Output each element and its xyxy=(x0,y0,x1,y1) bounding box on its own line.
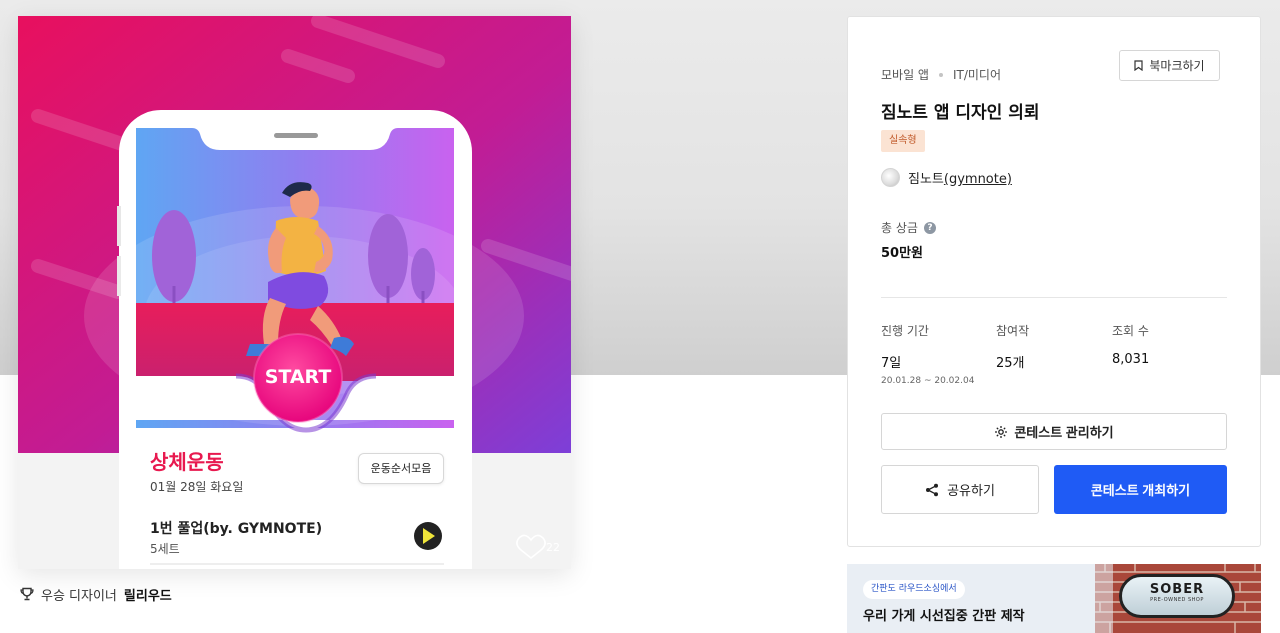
tier-badge: 실속형 xyxy=(881,130,925,152)
help-icon[interactable]: ? xyxy=(923,221,936,234)
host-handle[interactable]: (gymnote) xyxy=(944,172,1012,187)
subcategory-link[interactable]: IT/미디어 xyxy=(953,66,1001,83)
category-breadcrumb: 모바일 앱 IT/미디어 xyxy=(881,66,1001,83)
contest-title: 짐노트 앱 디자인 의뢰 xyxy=(881,103,1040,123)
manage-contest-label: 콘테스트 관리하기 xyxy=(1014,425,1114,440)
contest-artwork[interactable]: START 상체운동 01월 28일 화요일 운동순서모음 1번 풀업(by. … xyxy=(18,16,571,569)
exercise-sets: 5세트 xyxy=(150,542,180,556)
divider xyxy=(881,297,1227,298)
prize-label-row: 총 상금 ? xyxy=(881,219,936,236)
host-profile[interactable]: 짐노트(gymnote) xyxy=(881,168,1012,187)
share-button[interactable]: 공유하기 xyxy=(881,465,1039,514)
bookmark-button[interactable]: 북마크하기 xyxy=(1119,50,1220,81)
host-contest-button[interactable]: 콘테스트 개최하기 xyxy=(1054,465,1227,514)
contest-info-card: 모바일 앱 IT/미디어 북마크하기 짐노트 앱 디자인 의뢰 실속형 짐노트(… xyxy=(847,16,1261,547)
workout-title: 상체운동 xyxy=(150,450,224,474)
avatar xyxy=(881,168,900,187)
period-label: 진행 기간 xyxy=(881,324,929,338)
gear-icon xyxy=(995,425,1008,438)
stat-period: 진행 기간 7일 20.01.28 ~ 20.02.04 xyxy=(881,322,974,386)
views-value: 8,031 xyxy=(1112,352,1150,367)
prize-label: 총 상금 xyxy=(881,221,918,235)
exercise-order-button: 운동순서모음 xyxy=(358,453,444,484)
stat-views: 조회 수 8,031 xyxy=(1112,322,1149,367)
exercise-name: 1번 풀업(by. GYMNOTE) xyxy=(150,521,323,537)
period-value: 7일 xyxy=(881,356,902,371)
signboard-ad-banner[interactable]: 간판도 라우드소싱에서 우리 가게 시선집중 간판 제작 SOBER PRE-O… xyxy=(847,564,1261,633)
participants-value: 25개 xyxy=(996,356,1025,371)
winner-name[interactable]: 릴리우드 xyxy=(124,585,172,604)
host-name-text: 짐노트 xyxy=(908,172,944,187)
like-count: 22 xyxy=(546,541,560,554)
workout-date: 01월 28일 화요일 xyxy=(150,480,244,494)
bookmark-label: 북마크하기 xyxy=(1149,59,1205,73)
ad-pill: 간판도 라우드소싱에서 xyxy=(863,580,965,599)
stat-participants: 참여작 25개 xyxy=(996,322,1029,371)
winner-label: 우승 디자이너 xyxy=(41,588,117,604)
sober-sign-image: SOBER PRE-OWNED SHOP xyxy=(1119,574,1235,618)
sign-brand: SOBER xyxy=(1149,582,1205,597)
participants-label: 참여작 xyxy=(996,324,1030,338)
views-label: 조회 수 xyxy=(1112,324,1149,338)
category-link[interactable]: 모바일 앱 xyxy=(881,66,929,83)
trophy-icon xyxy=(20,587,34,601)
breadcrumb-separator xyxy=(938,72,943,77)
start-label: START xyxy=(264,366,332,388)
ad-headline: 우리 가게 시선집중 간판 제작 xyxy=(863,609,1025,624)
winner-designer: 우승 디자이너 릴리우드 xyxy=(20,585,172,604)
sign-tag: PRE-OWNED SHOP xyxy=(1150,597,1204,603)
share-icon xyxy=(926,483,939,496)
manage-contest-button[interactable]: 콘테스트 관리하기 xyxy=(881,413,1227,450)
share-label: 공유하기 xyxy=(947,483,995,498)
host-name: 짐노트(gymnote) xyxy=(908,168,1012,187)
bookmark-icon xyxy=(1134,60,1143,71)
prize-value: 50만원 xyxy=(881,246,924,261)
period-range: 20.01.28 ~ 20.02.04 xyxy=(881,376,975,386)
artwork-illustration xyxy=(18,16,571,569)
